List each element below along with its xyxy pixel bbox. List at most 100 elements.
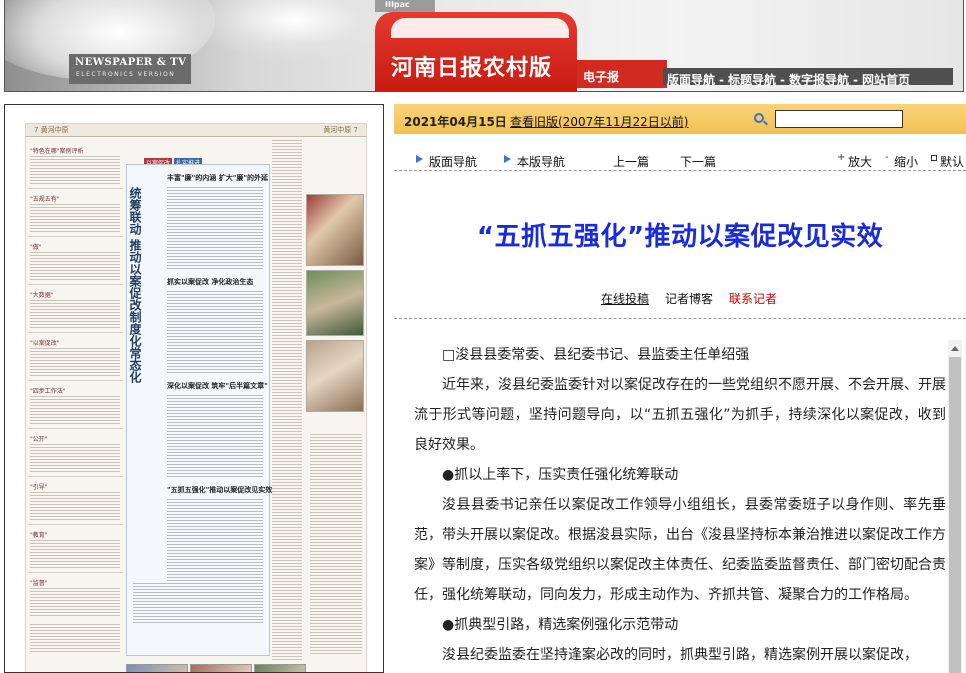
divider xyxy=(28,188,123,189)
nav-title-link[interactable]: 标题导航 xyxy=(728,73,776,87)
news-text xyxy=(30,252,120,280)
header-decoration xyxy=(195,0,395,60)
title-panel-highlight xyxy=(391,18,569,38)
search-icon[interactable] xyxy=(754,113,764,123)
divider xyxy=(28,428,123,429)
arrow-right-icon xyxy=(416,155,423,163)
news-headline[interactable]: "特色在哪"案例评析 xyxy=(30,146,84,155)
article-body: □浚县县委常委、县纪委书记、县监委主任单绍强 近年来，浚县纪委监委针对以案促改存… xyxy=(414,340,946,673)
photo-column xyxy=(306,194,364,424)
feature-vertical-headline[interactable]: 统筹联动 推动以案促改制度化常态化 xyxy=(128,187,142,383)
news-photo[interactable] xyxy=(190,664,252,672)
news-photo[interactable] xyxy=(254,664,306,672)
right-news-text xyxy=(310,434,362,654)
date-bar: 2021年04月15日 查看旧版(2007年11月22日以前) xyxy=(394,104,966,134)
news-text xyxy=(30,156,120,184)
news-text xyxy=(30,348,120,376)
news-headline[interactable]: "做" xyxy=(30,242,42,251)
old-version-link[interactable]: 查看旧版(2007年11月22日以前) xyxy=(510,113,688,130)
news-headline[interactable]: "五规五有" xyxy=(30,194,60,203)
article-byline: □浚县县委常委、县纪委书记、县监委主任单绍强 xyxy=(442,347,750,363)
default-size-button[interactable]: 默认 xyxy=(940,153,964,170)
reporter-blog-link[interactable]: 记者博客 xyxy=(665,290,713,307)
feature-section: 统筹联动 推动以案促改制度化常态化 丰富"廉"的内涵 扩大"廉"的外延 抓实以案… xyxy=(126,164,272,656)
article-paragraph: 浚县县委书记亲任以案促改工作领导小组组长，县委常委班子以身作则、率先垂范，带头开… xyxy=(414,497,946,603)
news-text xyxy=(30,396,120,424)
article-text xyxy=(167,541,263,581)
news-text xyxy=(30,624,120,652)
article-paragraph: 近年来，浚县纪委监委针对以案促改存在的一些党组织不愿开展、不会开展、开展流于形式… xyxy=(414,377,946,453)
page-header-right: 黄河中原 7 xyxy=(323,126,358,134)
article-text xyxy=(167,395,263,435)
divider xyxy=(28,284,123,285)
divider xyxy=(28,476,123,477)
article-text xyxy=(167,291,263,331)
article-links: 在线投稿 记者博客 联系记者 xyxy=(394,288,966,319)
plus-icon: + xyxy=(837,152,846,163)
news-headline[interactable]: "监督" xyxy=(30,578,48,587)
issue-date: 2021年04月15日 xyxy=(404,115,507,129)
news-photo[interactable] xyxy=(126,664,188,672)
news-headline[interactable]: "教育" xyxy=(30,530,48,539)
news-text xyxy=(30,444,120,472)
article-text xyxy=(133,583,263,623)
news-headline[interactable]: "以案促改" xyxy=(30,338,60,347)
article-text xyxy=(167,187,263,227)
news-text xyxy=(30,540,120,568)
article-banner[interactable]: "五抓五强化"推动以案促改见实效 xyxy=(167,485,272,495)
article-banner[interactable]: 抓实以案促改 净化政治生态 xyxy=(167,277,263,287)
next-article-link[interactable]: 下一篇 xyxy=(680,153,716,170)
news-headline[interactable]: "大数据" xyxy=(30,290,54,299)
divider xyxy=(28,332,123,333)
article-banner[interactable]: 深化以案促改 筑牢"后半篇文章" xyxy=(167,381,268,391)
page-header-strip: 7 黄河中原 黄河中原 7 xyxy=(26,124,366,137)
newspaper-page-image[interactable]: 7 黄河中原 黄河中原 7 "特色在哪"案例评析 "五规五有" "做" "大数据… xyxy=(25,123,367,672)
nav-separator: - xyxy=(780,73,785,87)
article-text xyxy=(167,437,263,477)
news-headline[interactable]: "四步工作法" xyxy=(30,386,66,395)
brand-block: NEWSPAPER & TV ELECTRONICS VERSION xyxy=(69,54,191,84)
article-panel: 2021年04月15日 查看旧版(2007年11月22日以前) 版面导航 本版导… xyxy=(394,104,966,673)
news-photo[interactable] xyxy=(306,194,364,266)
article-scrollbar[interactable] xyxy=(948,340,962,673)
divider xyxy=(28,236,123,237)
nav-separator: - xyxy=(719,73,724,87)
header-nav: 版面导航 - 标题导航 - 数字报导航 - 网站首页 xyxy=(663,68,953,87)
scroll-up-icon[interactable] xyxy=(951,346,959,351)
nav-separator: - xyxy=(853,73,858,87)
zoom-in-button[interactable]: 放大 xyxy=(848,153,872,170)
divider xyxy=(28,572,123,573)
brand-english-name: NEWSPAPER & TV xyxy=(75,57,187,68)
search-input[interactable] xyxy=(775,110,903,128)
contact-reporter-link[interactable]: 联系记者 xyxy=(729,290,777,307)
article-toolbar: 版面导航 本版导航 上一篇 下一篇 + 放大 - 缩小 默认 xyxy=(394,142,966,171)
site-header-banner: NEWSPAPER & TV ELECTRONICS VERSION IIIpa… xyxy=(4,0,964,92)
page-header-left: 7 黄河中原 xyxy=(34,126,69,134)
nav-digital-link[interactable]: 数字报导航 xyxy=(789,73,849,87)
article-subheading: ●抓典型引路，精选案例强化示范带动 xyxy=(442,617,679,633)
news-text xyxy=(30,492,120,520)
newspaper-page-panel: 7 黄河中原 黄河中原 7 "特色在哪"案例评析 "五规五有" "做" "大数据… xyxy=(4,104,384,673)
article-paragraph: 浚县纪委监委在坚持逢案必改的同时，抓典型引路，精选案例开展以案促改， xyxy=(442,647,918,663)
article-text xyxy=(167,499,263,539)
nav-layout-link[interactable]: 版面导航 xyxy=(667,73,715,87)
article-text xyxy=(167,229,263,269)
news-headline[interactable]: "公开" xyxy=(30,434,48,443)
nav-home-link[interactable]: 网站首页 xyxy=(862,73,910,87)
news-photo[interactable] xyxy=(306,270,364,336)
news-headline[interactable]: "引导" xyxy=(30,482,48,491)
layout-nav-link[interactable]: 版面导航 xyxy=(429,153,477,170)
article-banner[interactable]: 丰富"廉"的内涵 扩大"廉"的外延 xyxy=(167,173,268,183)
brand-subtitle: ELECTRONICS VERSION xyxy=(76,71,176,78)
minus-icon: - xyxy=(885,152,889,163)
news-photo[interactable] xyxy=(306,340,364,412)
divider xyxy=(28,524,123,525)
prev-article-link[interactable]: 上一篇 xyxy=(613,153,649,170)
page-nav-link[interactable]: 本版导航 xyxy=(517,153,565,170)
divider xyxy=(28,380,123,381)
left-news-column: "特色在哪"案例评析 "五规五有" "做" "大数据" "以案促改" "四步工作… xyxy=(28,140,123,672)
zoom-out-button[interactable]: 缩小 xyxy=(894,153,918,170)
site-title: 河南日报农村版 xyxy=(391,56,553,81)
scrollbar-thumb[interactable] xyxy=(949,357,961,673)
online-submit-link[interactable]: 在线投稿 xyxy=(601,290,649,307)
